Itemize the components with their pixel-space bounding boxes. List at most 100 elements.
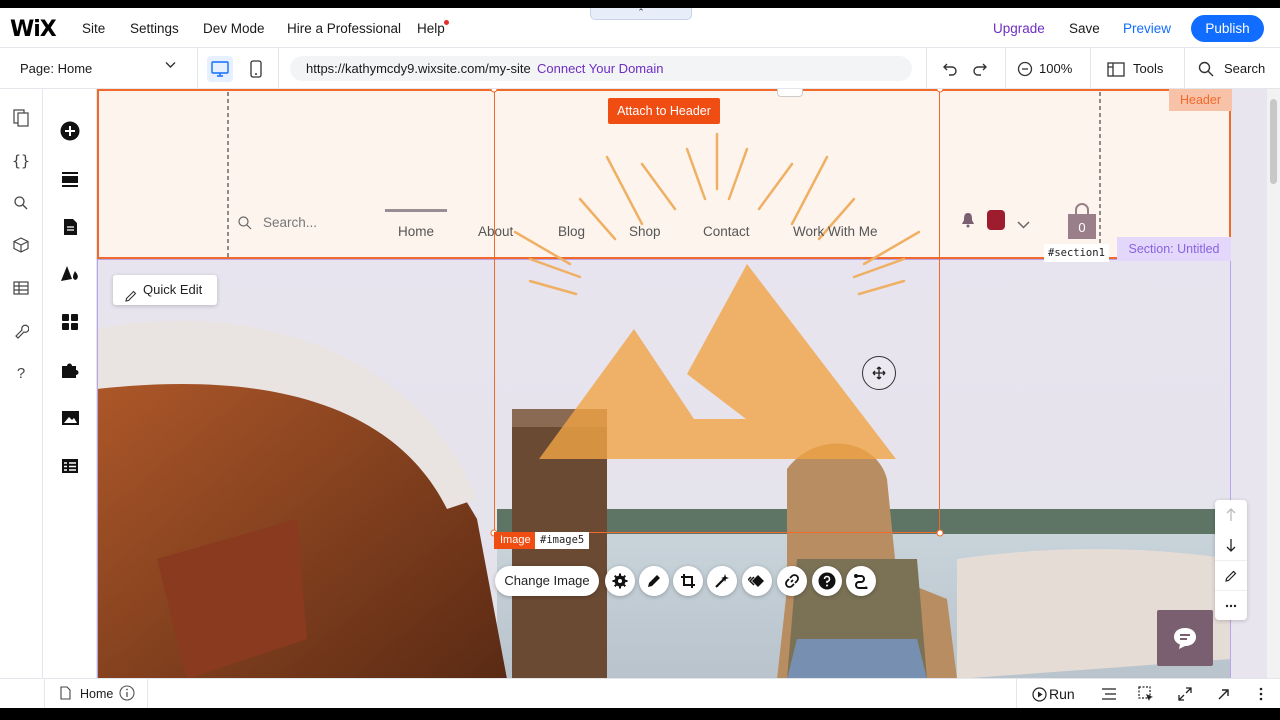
quick-edit-button[interactable]: Quick Edit [113,275,217,305]
theme-icon[interactable] [57,261,83,287]
search-icon [1198,61,1214,77]
crop-icon[interactable] [673,566,703,596]
page-tab-home[interactable]: Home [44,679,148,708]
upgrade-link[interactable]: Upgrade [993,21,1045,36]
pen-icon[interactable] [639,566,669,596]
menu-item-blog[interactable]: Blog [558,224,585,239]
wrench-icon[interactable] [8,318,34,344]
help-icon[interactable]: ? [8,360,34,386]
menu-item-shop[interactable]: Shop [629,224,661,239]
zoom-out-button[interactable] [1012,56,1038,82]
section-actions-bar [1215,500,1247,620]
expand-icon[interactable] [1175,684,1195,704]
run-button[interactable]: Run [1049,686,1075,702]
bell-icon[interactable] [961,212,975,233]
media-icon[interactable] [57,405,83,431]
bottom-bar: Home Run [0,678,1280,708]
add-icon[interactable] [57,118,83,144]
page-tab-label: Home [80,687,114,701]
section-drag-handle[interactable] [777,89,803,97]
sections-icon[interactable] [57,166,83,192]
redo-button[interactable] [967,56,993,82]
connect-icon[interactable] [846,566,876,596]
editor-toolbar: Page: Home https://kathymcdy9.wixsite.co… [0,48,1280,89]
save-button[interactable]: Save [1069,21,1100,36]
chevron-down-icon[interactable] [1017,216,1030,234]
pencil-icon [125,283,137,313]
menu-hire-professional[interactable]: Hire a Professional [287,21,401,36]
editor-canvas[interactable]: Attach to Header Header Search... Home A… [97,89,1267,679]
preview-button[interactable]: Preview [1123,21,1171,36]
more-icon[interactable] [1215,590,1247,620]
info-icon[interactable] [119,685,135,706]
image-tag: Image [494,532,537,549]
search-button[interactable]: Search [1224,61,1265,76]
menu-settings[interactable]: Settings [130,21,179,36]
tools-button[interactable]: Tools [1133,61,1163,76]
chat-icon[interactable] [1157,610,1213,666]
menu-item-home[interactable]: Home [398,224,434,239]
zoom-level[interactable]: 100% [1039,61,1072,76]
properties-icon[interactable] [1099,684,1119,704]
change-image-button[interactable]: Change Image [495,566,599,596]
canvas-scrollbar[interactable] [1267,89,1280,679]
chevron-down-icon[interactable] [165,60,176,72]
menu-item-contact[interactable]: Contact [703,224,750,239]
desktop-view-button[interactable] [207,56,233,82]
search-icon[interactable] [8,190,34,216]
help-icon[interactable] [812,566,842,596]
menu-site[interactable]: Site [82,21,105,36]
divider [1184,48,1185,89]
settings-icon[interactable] [605,566,635,596]
cms-icon[interactable] [57,453,83,479]
link-icon[interactable] [777,566,807,596]
scrollbar-thumb[interactable] [1270,99,1277,184]
more-vertical-icon[interactable] [1251,684,1271,704]
publish-button[interactable]: Publish [1191,15,1264,42]
wix-logo[interactable]: WiX [10,17,57,42]
menu-dev-mode[interactable]: Dev Mode [203,21,265,36]
divider [1016,679,1017,708]
page-selector[interactable]: Page: Home [20,61,92,76]
tools-icon-button[interactable] [1103,56,1129,82]
collapse-toolbar-tab[interactable]: ⌃ [590,8,692,20]
attach-to-header-button[interactable]: Attach to Header [608,98,720,124]
magic-icon[interactable] [707,566,737,596]
tools-icon [1107,61,1125,77]
redo-icon [973,63,987,76]
search-icon-button[interactable] [1193,56,1219,82]
external-link-icon[interactable] [1213,684,1233,704]
desktop-icon [211,61,229,77]
menu-item-about[interactable]: About [478,224,513,239]
page-icon[interactable] [57,214,83,240]
table-icon[interactable] [8,275,34,301]
arrow-down-icon[interactable] [1215,530,1247,560]
puzzle-icon[interactable] [57,357,83,383]
site-url[interactable]: https://kathymcdy9.wixsite.com/my-site [306,61,531,76]
divider [1090,48,1091,89]
play-icon[interactable] [1029,684,1049,704]
code-icon[interactable]: {} [8,148,34,174]
avatar[interactable] [987,210,1005,230]
site-search-input[interactable]: Search... [263,215,317,230]
connect-domain-link[interactable]: Connect Your Domain [537,61,663,76]
animation-icon[interactable] [742,566,772,596]
add-panel-bar [43,89,97,679]
pencil-icon[interactable] [1215,560,1247,590]
help-notification-dot [444,20,449,25]
pages-icon[interactable] [8,105,34,131]
menu-help[interactable]: Help [417,21,445,36]
quick-edit-label: Quick Edit [143,282,203,297]
section-tag[interactable]: Section: Untitled [1117,237,1231,261]
header-tag[interactable]: Header [1169,89,1232,111]
menu-item-work-with-me[interactable]: Work With Me [793,224,878,239]
selection-icon[interactable] [1136,684,1156,704]
apps-icon[interactable] [57,309,83,335]
arrow-up-icon[interactable] [1215,500,1247,530]
mobile-view-button[interactable] [243,56,269,82]
zoom-out-icon [1017,61,1033,77]
resize-handles[interactable] [490,89,946,539]
undo-button[interactable] [937,56,963,82]
move-icon[interactable] [862,356,896,390]
cube-icon[interactable] [8,232,34,258]
